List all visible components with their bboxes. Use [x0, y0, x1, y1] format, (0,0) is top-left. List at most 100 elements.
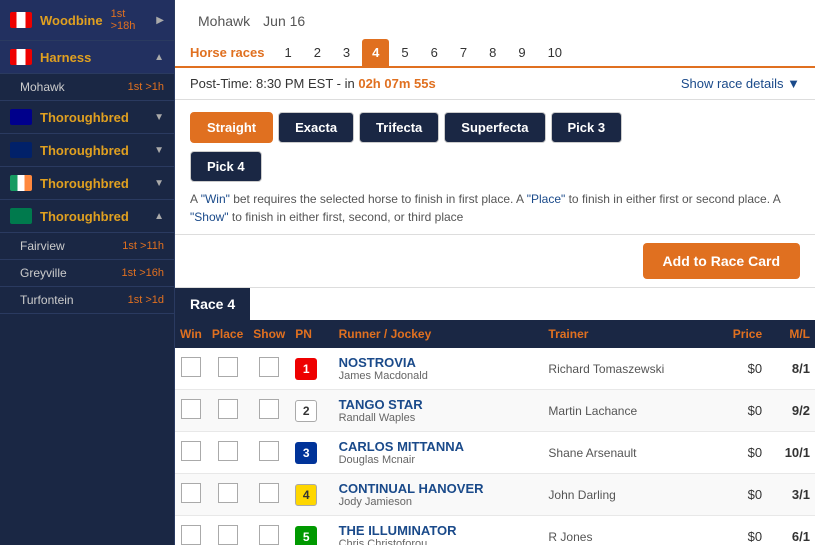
race-tab-4[interactable]: 4	[362, 39, 389, 66]
win-checkbox-cell	[175, 390, 207, 432]
add-to-race-card-button[interactable]: Add to Race Card	[643, 243, 800, 279]
price-cell: $0	[714, 474, 767, 516]
win-checkbox-cell	[175, 474, 207, 516]
sidebar-sub-meta-mohawk: 1st >1h	[128, 81, 164, 93]
ml-cell: 10/1	[767, 432, 815, 474]
sidebar-sub-meta-turfontein: 1st >1d	[128, 294, 164, 306]
win-checkbox-2[interactable]	[181, 441, 201, 461]
pn-cell: 2	[290, 390, 333, 432]
sidebar-item-harness[interactable]: Harness ▲	[0, 41, 174, 74]
runner-jockey-0: James Macdonald	[339, 370, 539, 382]
bet-btn-trifecta[interactable]: Trifecta	[359, 112, 439, 143]
trainer-cell: Shane Arsenault	[543, 432, 713, 474]
sidebar-label-harness: Harness	[40, 50, 146, 65]
flag-gb-icon	[10, 142, 32, 158]
place-checkbox-cell	[207, 474, 248, 516]
race-tab-9[interactable]: 9	[508, 39, 535, 66]
trainer-4: R Jones	[548, 530, 592, 544]
race-tab-7[interactable]: 7	[450, 39, 477, 66]
trainer-3: John Darling	[548, 488, 615, 502]
race-card-section: Race 4 Win Place Show PN Runner / Jockey…	[175, 288, 815, 545]
race-tab-2[interactable]: 2	[304, 39, 331, 66]
win-checkbox-4[interactable]	[181, 525, 201, 545]
show-highlight: "Show"	[190, 210, 229, 224]
sidebar-label-tb-au: Thoroughbred	[40, 110, 146, 125]
bet-btn-exacta[interactable]: Exacta	[278, 112, 354, 143]
show-checkbox-3[interactable]	[259, 483, 279, 503]
sidebar-item-thoroughbred-za[interactable]: Thoroughbred ▲	[0, 200, 174, 233]
place-checkbox-cell	[207, 516, 248, 545]
show-checkbox-0[interactable]	[259, 357, 279, 377]
show-checkbox-1[interactable]	[259, 399, 279, 419]
place-checkbox-0[interactable]	[218, 357, 238, 377]
race-tab-10[interactable]: 10	[538, 39, 572, 66]
trainer-0: Richard Tomaszewski	[548, 362, 664, 376]
runner-cell: CARLOS MITTANNA Douglas Mcnair	[334, 432, 544, 474]
sidebar-sub-greyville[interactable]: Greyville 1st >16h	[0, 260, 174, 287]
win-checkbox-3[interactable]	[181, 483, 201, 503]
place-highlight: "Place"	[527, 192, 566, 206]
race-tab-6[interactable]: 6	[421, 39, 448, 66]
price-cell: $0	[714, 348, 767, 390]
place-checkbox-2[interactable]	[218, 441, 238, 461]
pn-badge-0: 1	[295, 358, 317, 380]
pn-badge-1: 2	[295, 400, 317, 422]
post-time-label: Post-Time: 8:30 PM EST - in	[190, 76, 355, 91]
show-race-details-button[interactable]: Show race details ▼	[681, 76, 800, 91]
chevron-down-icon: ▼	[154, 145, 164, 156]
runner-cell: THE ILLUMINATOR Chris Christoforou	[334, 516, 544, 545]
sidebar-item-woodbine[interactable]: Woodbine 1st >18h ▶	[0, 0, 174, 41]
table-row: 5 THE ILLUMINATOR Chris Christoforou R J…	[175, 516, 815, 545]
bet-buttons: Straight Exacta Trifecta Superfecta Pick…	[190, 112, 800, 143]
chevron-down-icon: ▼	[154, 112, 164, 123]
place-checkbox-1[interactable]	[218, 399, 238, 419]
col-show: Show	[248, 320, 290, 348]
flag-ca-icon	[10, 49, 32, 65]
place-checkbox-3[interactable]	[218, 483, 238, 503]
pn-badge-2: 3	[295, 442, 317, 464]
bet-btn-pick3[interactable]: Pick 3	[551, 112, 623, 143]
sidebar-item-thoroughbred-au[interactable]: Thoroughbred ▼	[0, 101, 174, 134]
show-checkbox-2[interactable]	[259, 441, 279, 461]
price-cell: $0	[714, 516, 767, 545]
chevron-up-icon: ▲	[154, 52, 164, 63]
add-to-race-card-section: Add to Race Card	[175, 235, 815, 288]
runners-table: Win Place Show PN Runner / Jockey Traine…	[175, 320, 815, 545]
runner-name-3: CONTINUAL HANOVER	[339, 481, 539, 496]
show-checkbox-cell	[248, 390, 290, 432]
win-checkbox-0[interactable]	[181, 357, 201, 377]
countdown: 02h 07m 55s	[358, 76, 435, 91]
col-price: Price	[714, 320, 767, 348]
sidebar-sub-turfontein[interactable]: Turfontein 1st >1d	[0, 287, 174, 314]
ml-cell: 8/1	[767, 348, 815, 390]
place-checkbox-4[interactable]	[218, 525, 238, 545]
runner-cell: CONTINUAL HANOVER Jody Jamieson	[334, 474, 544, 516]
pn-badge-4: 5	[295, 526, 317, 545]
bet-btn-superfecta[interactable]: Superfecta	[444, 112, 545, 143]
show-checkbox-cell	[248, 474, 290, 516]
sidebar-label-tb-gb: Thoroughbred	[40, 143, 146, 158]
pn-badge-3: 4	[295, 484, 317, 506]
track-name: Mohawk	[198, 13, 250, 29]
post-time-bar: Post-Time: 8:30 PM EST - in 02h 07m 55s …	[175, 68, 815, 100]
table-row: 2 TANGO STAR Randall Waples Martin Lacha…	[175, 390, 815, 432]
bet-btn-pick4[interactable]: Pick 4	[190, 151, 262, 182]
win-checkbox-cell	[175, 348, 207, 390]
trainer-cell: Martin Lachance	[543, 390, 713, 432]
chevron-down-icon: ▼	[154, 178, 164, 189]
show-checkbox-cell	[248, 432, 290, 474]
show-checkbox-4[interactable]	[259, 525, 279, 545]
sidebar-sub-mohawk[interactable]: Mohawk 1st >1h	[0, 74, 174, 101]
win-checkbox-1[interactable]	[181, 399, 201, 419]
sidebar-sub-fairview[interactable]: Fairview 1st >11h	[0, 233, 174, 260]
col-pn: PN	[290, 320, 333, 348]
place-checkbox-cell	[207, 432, 248, 474]
race-tab-3[interactable]: 3	[333, 39, 360, 66]
race-tab-1[interactable]: 1	[274, 39, 301, 66]
race-tab-8[interactable]: 8	[479, 39, 506, 66]
ml-cell: 3/1	[767, 474, 815, 516]
race-tab-5[interactable]: 5	[391, 39, 418, 66]
sidebar-item-thoroughbred-gb[interactable]: Thoroughbred ▼	[0, 134, 174, 167]
sidebar-item-thoroughbred-ie[interactable]: Thoroughbred ▼	[0, 167, 174, 200]
bet-btn-straight[interactable]: Straight	[190, 112, 273, 143]
